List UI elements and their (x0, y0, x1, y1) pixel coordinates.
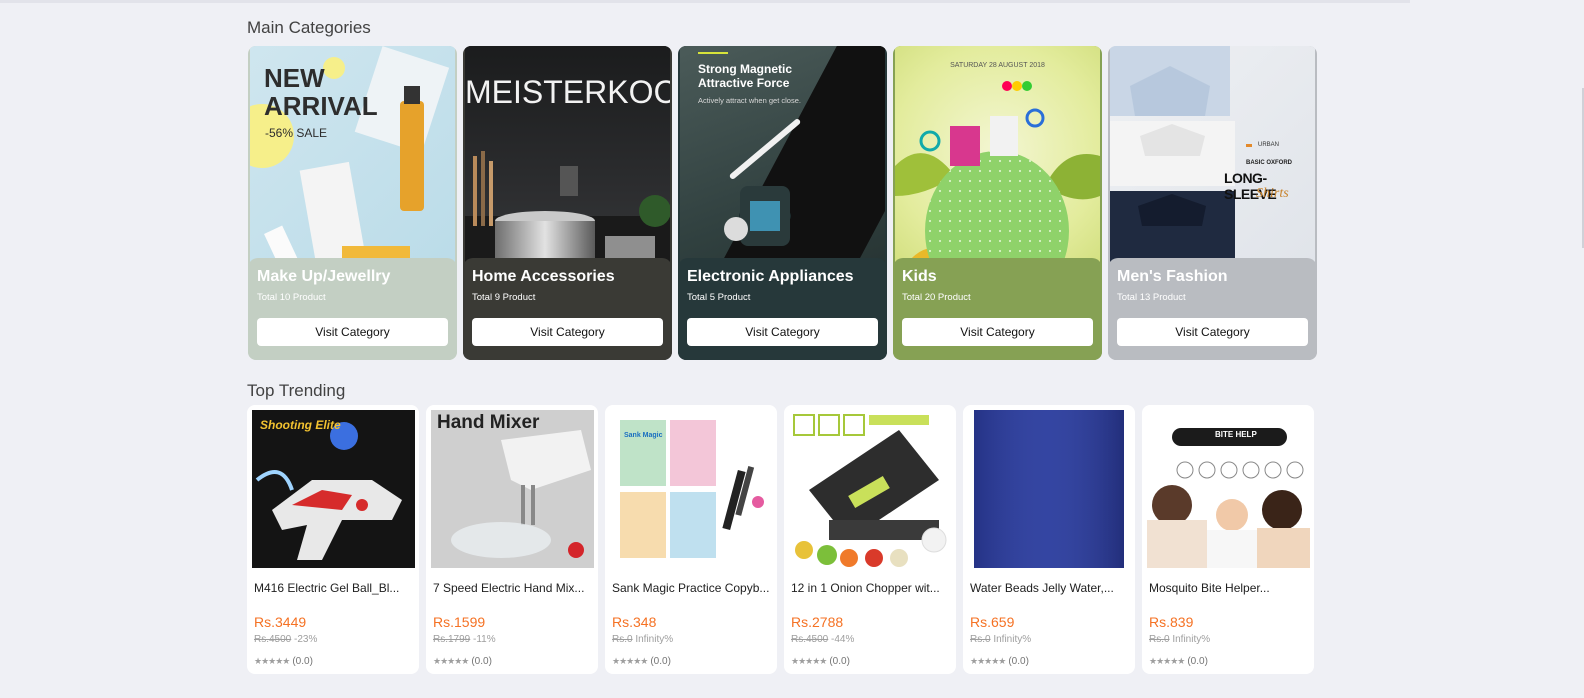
product-name[interactable]: Sank Magic Practice Copyb... (612, 580, 770, 597)
product-name[interactable]: Mosquito Bite Helper... (1149, 580, 1307, 597)
product-image (789, 410, 952, 568)
product-card[interactable]: BITE HELP Mosquito Bite Helper... Rs.839… (1142, 405, 1314, 674)
visit-category-button[interactable]: Visit Category (472, 318, 663, 346)
product-image: BITE HELP (1147, 410, 1310, 568)
discount: -23% (294, 634, 318, 645)
product-name[interactable]: Water Beads Jelly Water,... (970, 580, 1128, 597)
visit-category-button[interactable]: Visit Category (687, 318, 878, 346)
product-name[interactable]: 7 Speed Electric Hand Mix... (433, 580, 591, 597)
category-card-mens-fashion[interactable]: URBAN BASIC OXFORD LONG-SLEEVE Shirts Me… (1108, 46, 1317, 360)
product-art-label: Sank Magic (624, 432, 663, 439)
electronic-art-headline: Strong Magnetic Attractive Force (698, 62, 793, 90)
old-price: Rs.0 (612, 634, 633, 645)
product-price: Rs.2788 (791, 614, 844, 630)
old-price: Rs.4500 (254, 634, 292, 645)
product-card[interactable]: Shooting Elite M416 Electric Gel Ball_Bl… (247, 405, 419, 674)
product-card[interactable]: Hand Mixer 7 Speed Electric Hand Mix... … (426, 405, 598, 674)
old-price: Rs.1799 (433, 634, 471, 645)
product-rating: ★★★★★ (0.0) (791, 656, 850, 667)
product-rating: ★★★★★ (0.0) (970, 656, 1029, 667)
electronic-art-caption: Actively attract when get close. (698, 96, 801, 105)
category-card-kids[interactable]: SATURDAY 28 AUGUST 2018 Kids Total 20 Pr… (893, 46, 1102, 360)
product-price: Rs.3449 (254, 614, 307, 630)
rating-value: (0.0) (650, 656, 671, 667)
product-image (968, 410, 1131, 568)
makeup-art-headline: NEW ARRIVAL (264, 63, 378, 121)
discount: Infinity% (1172, 634, 1211, 645)
product-card[interactable]: 12 in 1 Onion Chopper wit... Rs.2788 Rs.… (784, 405, 956, 674)
product-price: Rs.348 (612, 614, 657, 630)
old-price: Rs.0 (970, 634, 991, 645)
product-art-label: Shooting Elite (260, 418, 341, 432)
rating-value: (0.0) (292, 656, 313, 667)
top-trending-title: Top Trending (247, 381, 346, 400)
category-name: Men's Fashion (1117, 268, 1228, 285)
old-price: Rs.4500 (791, 634, 829, 645)
category-count: Total 13 Product (1117, 292, 1186, 303)
category-name: Kids (902, 268, 937, 285)
top-divider (0, 0, 1410, 3)
category-name: Make Up/Jewellry (257, 268, 391, 285)
rating-value: (0.0) (471, 656, 492, 667)
visit-category-button[interactable]: Visit Category (257, 318, 448, 346)
rating-value: (0.0) (1187, 656, 1208, 667)
fashion-art-script: Shirts (1256, 186, 1289, 201)
product-price: Rs.659 (970, 614, 1015, 630)
product-old-price-row: Rs.0 Infinity% (612, 634, 673, 645)
discount: Infinity% (993, 634, 1032, 645)
product-card[interactable]: Sank Magic Sank Magic Practice Copyb... … (605, 405, 777, 674)
product-old-price-row: Rs.4500 -44% (791, 634, 854, 645)
star-icons: ★★★★★ (612, 656, 648, 666)
category-count: Total 5 Product (687, 292, 751, 303)
star-icons: ★★★★★ (433, 656, 469, 666)
category-card-home-accessories[interactable]: MEISTERKOCH Home Accessories Total 9 Pro… (463, 46, 672, 360)
discount: Infinity% (635, 634, 674, 645)
product-list: Shooting Elite M416 Electric Gel Ball_Bl… (247, 405, 1314, 674)
rating-value: (0.0) (1008, 656, 1029, 667)
kids-art-date: SATURDAY 28 AUGUST 2018 (950, 62, 1045, 69)
rating-value: (0.0) (829, 656, 850, 667)
product-rating: ★★★★★ (0.0) (254, 656, 313, 667)
product-image: Shooting Elite (252, 410, 415, 568)
product-image: Hand Mixer (431, 410, 594, 568)
home-art-brand: MEISTERKOCH (465, 74, 670, 110)
product-art-label: BITE HELP (1215, 430, 1257, 439)
fashion-art-sub: BASIC OXFORD (1246, 160, 1293, 166)
category-name: Electronic Appliances (687, 268, 854, 285)
star-icons: ★★★★★ (254, 656, 290, 666)
main-categories-title: Main Categories (247, 18, 371, 37)
category-name: Home Accessories (472, 268, 615, 285)
product-image: Sank Magic (610, 410, 773, 568)
star-icons: ★★★★★ (970, 656, 1006, 666)
star-icons: ★★★★★ (1149, 656, 1185, 666)
product-old-price-row: Rs.4500 -23% (254, 634, 317, 645)
visit-category-button[interactable]: Visit Category (1117, 318, 1308, 346)
category-count: Total 20 Product (902, 292, 971, 303)
discount: -11% (473, 634, 496, 645)
product-name[interactable]: M416 Electric Gel Ball_Bl... (254, 580, 412, 597)
visit-category-button[interactable]: Visit Category (902, 318, 1093, 346)
product-old-price-row: Rs.0 Infinity% (970, 634, 1031, 645)
product-rating: ★★★★★ (0.0) (612, 656, 671, 667)
fashion-art-brand: URBAN (1258, 142, 1280, 148)
makeup-art-sale: -56% SALE (265, 126, 328, 140)
product-art-label: Hand Mixer (437, 412, 540, 433)
product-name[interactable]: 12 in 1 Onion Chopper wit... (791, 580, 949, 597)
product-price: Rs.1599 (433, 614, 486, 630)
category-count: Total 10 Product (257, 292, 326, 303)
old-price: Rs.0 (1149, 634, 1170, 645)
product-card[interactable]: Water Beads Jelly Water,... Rs.659 Rs.0 … (963, 405, 1135, 674)
product-old-price-row: Rs.1799 -11% (433, 634, 496, 645)
category-list: NEW ARRIVAL -56% SALE Make Up/Jewellry T… (248, 46, 1317, 360)
product-old-price-row: Rs.0 Infinity% (1149, 634, 1210, 645)
discount: -44% (831, 634, 855, 645)
product-price: Rs.839 (1149, 614, 1194, 630)
category-card-makeup[interactable]: NEW ARRIVAL -56% SALE Make Up/Jewellry T… (248, 46, 457, 360)
product-rating: ★★★★★ (0.0) (433, 656, 492, 667)
product-rating: ★★★★★ (0.0) (1149, 656, 1208, 667)
category-card-electronic-appliances[interactable]: Strong Magnetic Attractive Force Activel… (678, 46, 887, 360)
star-icons: ★★★★★ (791, 656, 827, 666)
category-count: Total 9 Product (472, 292, 536, 303)
